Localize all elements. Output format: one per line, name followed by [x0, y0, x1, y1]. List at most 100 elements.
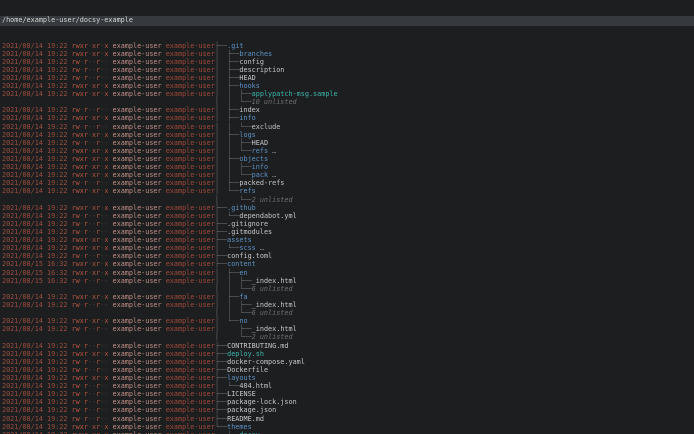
owner: example-user [108, 65, 166, 74]
dir-name: objects [239, 155, 269, 164]
tree-row[interactable]: 2021/08/14 19:22 rw-r--r-- example-user … [0, 74, 694, 82]
tree-row[interactable]: 2021/08/14 19:22 rw-r--r-- example-user … [0, 415, 694, 423]
owner: example-user [108, 406, 166, 415]
owner: example-user [108, 422, 166, 431]
tree-branch-lines: │ └── [214, 187, 240, 196]
tree-row-unlisted[interactable]: │ └──2 unlisted [0, 333, 694, 341]
permissions: rwxr-xr-x [71, 422, 109, 431]
root-path: /home/example-user/docsy-example [2, 16, 133, 24]
modified-date: 2021/08/14 19:22 [2, 390, 72, 399]
file-name: 404.html [239, 382, 273, 391]
modified-date: 2021/08/14 19:22 [2, 73, 72, 82]
row-metadata [2, 333, 215, 341]
tree-branch-lines: │ │ └── [214, 122, 252, 131]
row-metadata: 2021/08/14 19:22 rwxr-xr-x example-user … [2, 147, 215, 155]
tree-row-unlisted[interactable]: │ │ └──6 unlisted [0, 285, 694, 293]
tree-row[interactable]: 2021/08/14 19:22 rw-r--r-- example-user … [0, 406, 694, 414]
group: example-user [165, 382, 215, 391]
tree-branch-lines: │ └── [214, 211, 240, 220]
tree-row[interactable]: 2021/08/14 19:22 rw-r--r-- example-user … [0, 66, 694, 74]
owner: example-user [108, 292, 166, 301]
tree-row[interactable]: 2021/08/14 19:22 rwxr-xr-x example-user … [0, 423, 694, 431]
tree-branch-lines: │ ├── [214, 155, 240, 164]
tree-row[interactable]: 2021/08/14 19:22 rwxr-xr-x example-user … [0, 50, 694, 58]
row-metadata: 2021/08/14 19:22 rwxr-xr-x example-user … [2, 50, 215, 58]
owner: example-user [108, 187, 166, 196]
tree-row[interactable]: 2021/08/15 16:32 rw-r--r-- example-user … [0, 277, 694, 285]
permissions: rw-r--r-- [71, 65, 109, 74]
broot-terminal: /home/example-user/docsy-example 2021/08… [0, 0, 694, 434]
tree-row[interactable]: 2021/08/14 19:22 rwxr-xr-x example-user … [0, 42, 694, 50]
tree-row[interactable]: 2021/08/14 19:22 rwxr-xr-x example-user … [0, 350, 694, 358]
tree-row-unlisted[interactable]: │ │ └──6 unlisted [0, 309, 694, 317]
tree-row[interactable]: 2021/08/14 19:22 rwxr-xr-x example-user … [0, 293, 694, 301]
owner: example-user [108, 276, 166, 285]
tree-row[interactable]: 2021/08/14 19:22 rwxr-xr-x example-user … [0, 204, 694, 212]
tree-row[interactable]: 2021/08/14 19:22 rwxr-xr-x example-user … [0, 187, 694, 195]
permissions: rwxr-xr-x [71, 260, 109, 269]
owner: example-user [108, 146, 166, 155]
group: example-user [165, 90, 215, 99]
group: example-user [165, 390, 215, 399]
tree-row[interactable]: 2021/08/14 19:22 rw-r--r-- example-user … [0, 358, 694, 366]
row-metadata: 2021/08/14 19:22 rwxr-xr-x example-user … [2, 42, 215, 50]
tree-row[interactable]: 2021/08/14 19:22 rwxr-xr-x example-user … [0, 374, 694, 382]
row-metadata: 2021/08/14 19:22 rw-r--r-- example-user … [2, 212, 215, 220]
modified-date: 2021/08/15 16:32 [2, 268, 72, 277]
unlisted-count: 2 unlisted [251, 333, 293, 342]
group: example-user [165, 260, 215, 269]
group: example-user [165, 349, 215, 358]
tree-row[interactable]: 2021/08/14 19:22 rw-r--r-- example-user … [0, 382, 694, 390]
tree-branch-lines: ├── [214, 260, 228, 269]
tree-row[interactable]: 2021/08/14 19:22 rw-r--r-- example-user … [0, 123, 694, 131]
tree-branch-lines: │ ├── [214, 268, 240, 277]
tree-row[interactable]: 2021/08/14 19:22 rw-r--r-- example-user … [0, 342, 694, 350]
dir-name: info [251, 163, 269, 172]
modified-date: 2021/08/14 19:22 [2, 146, 72, 155]
tree-row[interactable]: 2021/08/14 19:22 rwxr-xr-x example-user … [0, 155, 694, 163]
tree-row[interactable]: 2021/08/14 19:22 rw-r--r-- example-user … [0, 220, 694, 228]
tree-row[interactable]: 2021/08/14 19:22 rw-r--r-- example-user … [0, 58, 694, 66]
permissions: rwxr-xr-x [71, 82, 109, 91]
owner: example-user [108, 228, 166, 237]
modified-date: 2021/08/15 16:32 [2, 276, 72, 285]
modified-date: 2021/08/14 19:22 [2, 122, 72, 131]
tree-row[interactable]: 2021/08/14 19:22 rwxr-xr-x example-user … [0, 82, 694, 90]
row-metadata: 2021/08/14 19:22 rwxr-xr-x example-user … [2, 155, 215, 163]
permissions: rw-r--r-- [71, 228, 109, 237]
owner: example-user [108, 138, 166, 147]
modified-date: 2021/08/14 19:22 [2, 349, 72, 358]
tree-row[interactable]: 2021/08/14 19:22 rw-r--r-- example-user … [0, 366, 694, 374]
tree-row-unlisted[interactable]: │ └──2 unlisted [0, 196, 694, 204]
tree-row[interactable]: 2021/08/14 19:22 rw-r--r-- example-user … [0, 228, 694, 236]
modified-date: 2021/08/14 19:22 [2, 301, 72, 309]
tree-branch-lines: │ │ ├── [214, 90, 252, 99]
owner: example-user [108, 130, 166, 139]
group: example-user [165, 373, 215, 382]
tree-row[interactable]: 2021/08/14 19:22 rwxr-xr-x example-user … [0, 131, 694, 139]
tree-row[interactable]: 2021/08/14 19:22 rw-r--r-- example-user … [0, 212, 694, 220]
modified-date: 2021/08/14 19:22 [2, 236, 72, 245]
modified-date: 2021/08/15 16:32 [2, 260, 72, 269]
tree-branch-lines: ├── [214, 349, 228, 358]
file-name: deploy.sh [227, 349, 264, 358]
tree-row[interactable]: 2021/08/14 19:22 rw-r--r-- example-user … [0, 301, 694, 309]
modified-date: 2021/08/14 19:22 [2, 114, 72, 123]
permissions: rw-r--r-- [71, 276, 109, 285]
tree-row[interactable]: 2021/08/14 19:22 rwxr-xr-x example-user … [0, 147, 694, 155]
tree-branch-lines: │ ├── [214, 57, 240, 66]
owner: example-user [108, 349, 166, 358]
tree-row[interactable]: 2021/08/14 19:22 rw-r--r-- example-user … [0, 139, 694, 147]
root-path-bar[interactable]: /home/example-user/docsy-example [0, 16, 694, 26]
row-metadata: 2021/08/14 19:22 rwxr-xr-x example-user … [2, 114, 215, 122]
tree-branch-lines: ├── [214, 236, 228, 245]
tree-row[interactable]: 2021/08/14 19:22 rwxr-xr-x example-user … [0, 114, 694, 122]
row-metadata: 2021/08/14 19:22 rw-r--r-- example-user … [2, 66, 215, 74]
tree-row[interactable]: 2021/08/15 16:32 rwxr-xr-x example-user … [0, 260, 694, 268]
tree-row[interactable]: 2021/08/15 16:32 rwxr-xr-x example-user … [0, 269, 694, 277]
row-metadata: 2021/08/14 19:22 rw-r--r-- example-user … [2, 74, 215, 82]
dir-name: layouts [227, 373, 256, 382]
file-name: CONTRIBUTING.md [227, 341, 289, 350]
file-tree: 2021/08/14 19:22 rwxr-xr-x example-user … [0, 42, 694, 434]
group: example-user [165, 122, 215, 131]
